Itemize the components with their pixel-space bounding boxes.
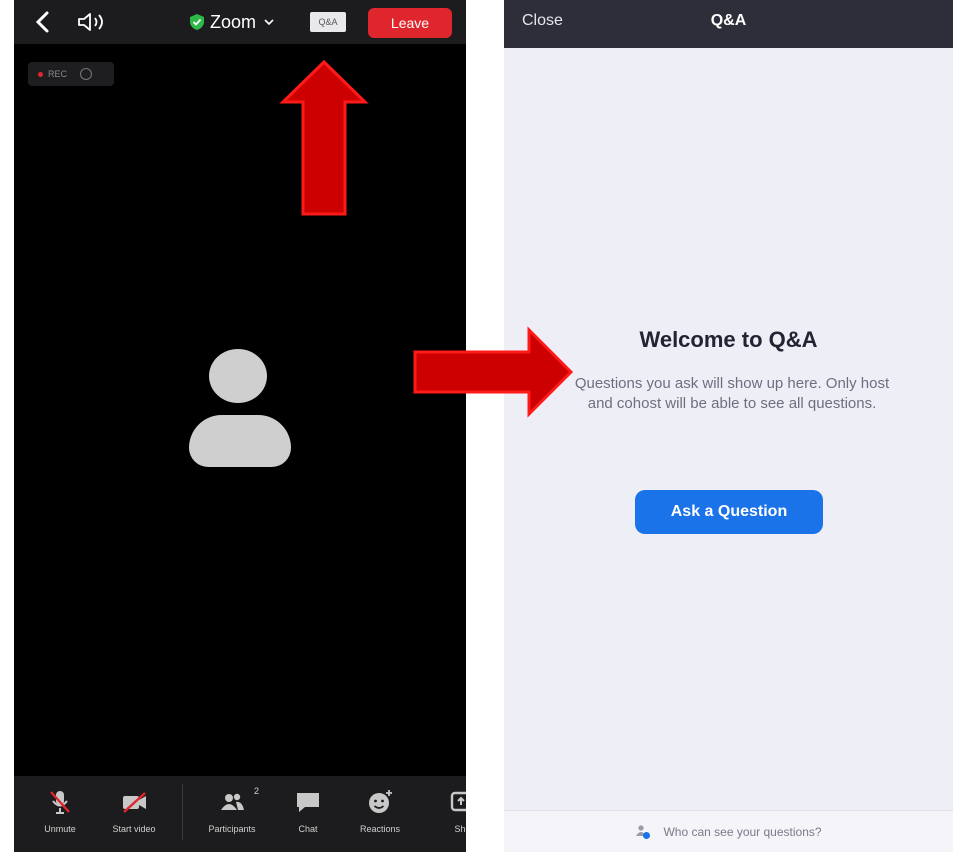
recording-label: REC bbox=[48, 69, 68, 79]
ask-question-button[interactable]: Ask a Question bbox=[635, 490, 823, 534]
unmute-button[interactable]: Unmute bbox=[20, 788, 100, 844]
participants-icon bbox=[221, 793, 244, 810]
participants-button[interactable]: Participants bbox=[192, 788, 272, 844]
meeting-title[interactable]: Zoom bbox=[190, 10, 274, 34]
chat-label: Chat bbox=[298, 824, 318, 834]
participants-label: Participants bbox=[208, 824, 256, 834]
welcome-description: Questions you ask will show up here. Onl… bbox=[574, 375, 890, 412]
meeting-toolbar: Unmute Start video Participants 2 Chat R… bbox=[14, 776, 466, 852]
share-label: Sh bbox=[454, 824, 466, 834]
reactions-button[interactable]: Reactions bbox=[340, 788, 420, 844]
participant-count: 2 bbox=[254, 786, 260, 796]
annotation-arrow-right bbox=[413, 326, 574, 418]
qa-top-bar: Q&A Close bbox=[504, 0, 953, 48]
avatar-head bbox=[209, 349, 267, 403]
share-icon bbox=[450, 791, 466, 812]
recording-pause-icon[interactable] bbox=[80, 68, 93, 80]
chat-icon bbox=[297, 793, 319, 812]
recording-badge: REC bbox=[28, 62, 114, 86]
start-video-button[interactable]: Start video bbox=[94, 788, 174, 844]
chevron-down-icon bbox=[264, 19, 274, 26]
close-button[interactable]: Close bbox=[522, 12, 563, 30]
visibility-info-label: Who can see your questions? bbox=[663, 825, 822, 839]
reactions-label: Reactions bbox=[359, 824, 401, 834]
shield-check-icon bbox=[190, 14, 204, 30]
chat-button[interactable]: Chat bbox=[268, 788, 348, 844]
meeting-title-label: Zoom bbox=[210, 11, 257, 32]
avatar-body bbox=[189, 415, 291, 467]
unmute-label: Unmute bbox=[44, 824, 76, 834]
recording-dot-icon bbox=[38, 71, 43, 77]
visibility-info-link[interactable]: Who can see your questions? bbox=[504, 810, 953, 852]
meeting-screen: Zoom Q&A Leave REC Unmute Start video Pa… bbox=[14, 0, 466, 852]
microphone-muted-icon bbox=[50, 791, 70, 814]
annotation-arrow-up bbox=[279, 59, 369, 216]
start-video-label: Start video bbox=[112, 824, 156, 834]
share-button[interactable]: Sh bbox=[420, 788, 466, 844]
meeting-top-bar: Zoom Q&A Leave bbox=[14, 0, 466, 44]
reactions-icon bbox=[369, 790, 392, 813]
back-chevron-icon[interactable] bbox=[32, 10, 54, 34]
qa-panel-title: Q&A bbox=[710, 12, 747, 29]
qa-button[interactable]: Q&A bbox=[310, 12, 346, 32]
leave-button[interactable]: Leave bbox=[368, 8, 452, 38]
people-visibility-icon bbox=[636, 825, 651, 839]
qa-screen: Q&A Close Welcome to Q&A Questions you a… bbox=[504, 0, 953, 852]
toolbar-divider bbox=[182, 784, 183, 840]
video-off-icon bbox=[123, 792, 146, 813]
speaker-icon[interactable] bbox=[76, 10, 108, 34]
